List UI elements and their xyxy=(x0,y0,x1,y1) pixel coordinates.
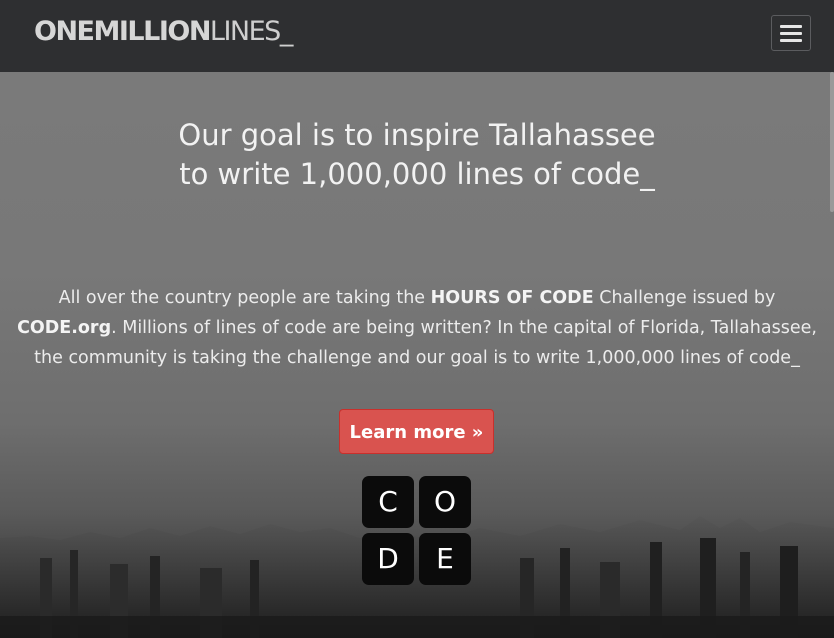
menu-bar xyxy=(780,32,802,35)
description-text: All over the country people are taking t… xyxy=(58,288,431,308)
code-org-logo[interactable]: C O D E xyxy=(362,476,472,586)
menu-bar xyxy=(780,25,802,28)
code-logo-tile: O xyxy=(419,476,471,528)
brand-bold-text: ONEMILLION xyxy=(34,16,211,47)
code-logo-tile: D xyxy=(362,533,414,585)
menu-bar xyxy=(780,39,802,42)
brand-light-text: LINES_ xyxy=(209,16,293,47)
hero-description: All over the country people are taking t… xyxy=(14,283,820,373)
menu-toggle-button[interactable] xyxy=(771,15,811,51)
code-org-label: CODE.org xyxy=(17,318,112,338)
page-scrollbar[interactable] xyxy=(830,72,834,212)
hero-section: Our goal is to inspire Tallahassee to wr… xyxy=(0,72,834,638)
brand-logo[interactable]: ONEMILLIONLINES_ xyxy=(34,15,293,49)
top-navbar: ONEMILLIONLINES_ xyxy=(0,0,834,72)
learn-more-button[interactable]: Learn more » xyxy=(339,409,494,454)
code-logo-tile: C xyxy=(362,476,414,528)
description-text: . Millions of lines of code are being wr… xyxy=(34,318,817,368)
hero-headline: Our goal is to inspire Tallahassee to wr… xyxy=(178,118,656,191)
code-logo-tile: E xyxy=(419,533,471,585)
hours-of-code-label: HOURS OF CODE xyxy=(430,288,594,308)
description-text: Challenge issued by xyxy=(593,288,776,308)
